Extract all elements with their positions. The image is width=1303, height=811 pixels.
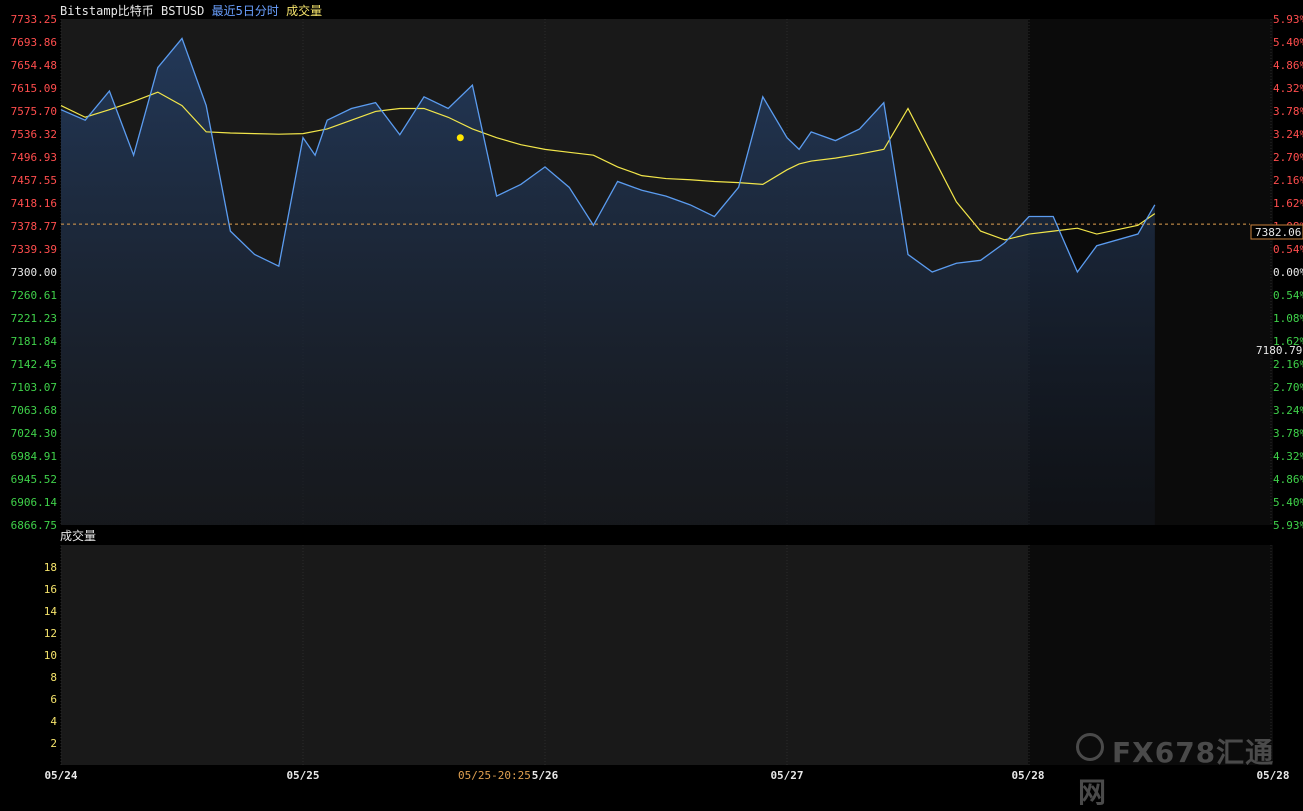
- chart-title: Bitstamp比特币 BSTUSD 最近5日分时 成交量: [60, 2, 322, 19]
- percent-tick-label: 3.24%: [1273, 404, 1303, 417]
- volume-tick-label: 6: [50, 693, 57, 706]
- percent-tick-label: 0.54%: [1273, 289, 1303, 302]
- price-tick-label: 6866.75: [11, 519, 57, 532]
- percent-tick-label: 5.40%: [1273, 496, 1303, 509]
- price-tick-label: 7378.77: [11, 220, 57, 233]
- price-tick-label: 6945.52: [11, 473, 57, 486]
- percent-tick-label: 1.08%: [1273, 312, 1303, 325]
- cursor-time-label: 05/25-20:25: [458, 769, 531, 782]
- period-label: 最近5日分时: [211, 4, 279, 18]
- price-tick-label: 7221.23: [11, 312, 57, 325]
- price-tick-label: 7615.09: [11, 82, 57, 95]
- price-tick-label: 7418.16: [11, 197, 57, 210]
- percent-tick-label: 4.86%: [1273, 59, 1303, 72]
- percent-tick-label: 4.86%: [1273, 473, 1303, 486]
- time-tick-label: 05/25: [286, 769, 319, 782]
- volume-tick-label: 2: [50, 737, 57, 750]
- price-tick-label: 7536.32: [11, 128, 57, 141]
- percent-tick-label: 3.78%: [1273, 105, 1303, 118]
- current-price-tag: 7382.06: [1250, 224, 1303, 240]
- percent-tick-label: 5.40%: [1273, 36, 1303, 49]
- price-tick-label: 7024.30: [11, 427, 57, 440]
- volume-tick-label: 14: [44, 605, 58, 618]
- price-tick-label: 6906.14: [11, 496, 58, 509]
- volume-tick-label: 8: [50, 671, 57, 684]
- watermark: FX678汇通网: [1078, 736, 1275, 809]
- volume-tick-label: 18: [44, 561, 57, 574]
- percent-tick-label: 5.93%: [1273, 519, 1303, 532]
- price-tick-label: 6984.91: [11, 450, 57, 463]
- price-tick-label: 7260.61: [11, 289, 57, 302]
- cursor-dot: [456, 134, 464, 142]
- percent-tick-label: 4.32%: [1273, 450, 1303, 463]
- percent-tick-label: 5.93%: [1273, 13, 1303, 26]
- price-axis-left: 7733.25 7693.86 7654.48 7615.09 7575.70 7536.…: [11, 13, 58, 532]
- price-tick-label: 7654.48: [11, 59, 57, 72]
- price-tick-label: 7063.68: [11, 404, 57, 417]
- chart-canvas: 7733.25 7693.86 7654.48 7615.09 7575.70 7536.…: [0, 0, 1303, 786]
- exchange-label: Bitstamp比特币 BSTUSD: [60, 4, 205, 18]
- time-tick-label: 05/24: [44, 769, 77, 782]
- time-tick-label: 05/27: [770, 769, 803, 782]
- percent-tick-label: 1.62%: [1273, 197, 1303, 210]
- percent-tick-label: 4.32%: [1273, 82, 1303, 95]
- time-tick-label: 5/26: [532, 769, 559, 782]
- percent-tick-label: 0.00%: [1273, 266, 1303, 279]
- price-tick-label: 7181.84: [11, 335, 58, 348]
- price-tick-label: 7496.93: [11, 151, 57, 164]
- svg-text:7382.06: 7382.06: [1255, 226, 1301, 239]
- time-tick-label: 05/28: [1011, 769, 1044, 782]
- price-tick-label: 7300.00: [11, 266, 57, 279]
- percent-tick-label: 2.16%: [1273, 174, 1303, 187]
- percent-tick-label: 3.78%: [1273, 427, 1303, 440]
- price-tick-label: 7733.25: [11, 13, 57, 26]
- percent-tick-label: 3.24%: [1273, 128, 1303, 141]
- volume-tick-label: 10: [44, 649, 57, 662]
- percent-axis-right: 5.93% 5.40% 4.86% 4.32% 3.78% 3.24% 2.70% 2.16%…: [1273, 13, 1303, 532]
- price-tick-label: 7339.39: [11, 243, 57, 256]
- price-tick-label: 7457.55: [11, 174, 57, 187]
- price-tick-label: 7693.86: [11, 36, 57, 49]
- percent-tick-label: 2.16%: [1273, 358, 1303, 371]
- volume-tick-label: 16: [44, 583, 57, 596]
- percent-tick-label: 2.70%: [1273, 381, 1303, 394]
- volume-panel-title: 成交量: [60, 529, 97, 543]
- price-tick-label: 7142.45: [11, 358, 57, 371]
- percent-tick-label: 0.54%: [1273, 243, 1303, 256]
- price-tick-label: 7575.70: [11, 105, 57, 118]
- percent-tick-label: 2.70%: [1273, 151, 1303, 164]
- volume-tick-label: 12: [44, 627, 57, 640]
- indicator-label: 成交量: [286, 4, 323, 18]
- secondary-price-label: 7180.79: [1256, 344, 1302, 357]
- price-tick-label: 7103.07: [11, 381, 57, 394]
- volume-tick-label: 4: [50, 715, 57, 728]
